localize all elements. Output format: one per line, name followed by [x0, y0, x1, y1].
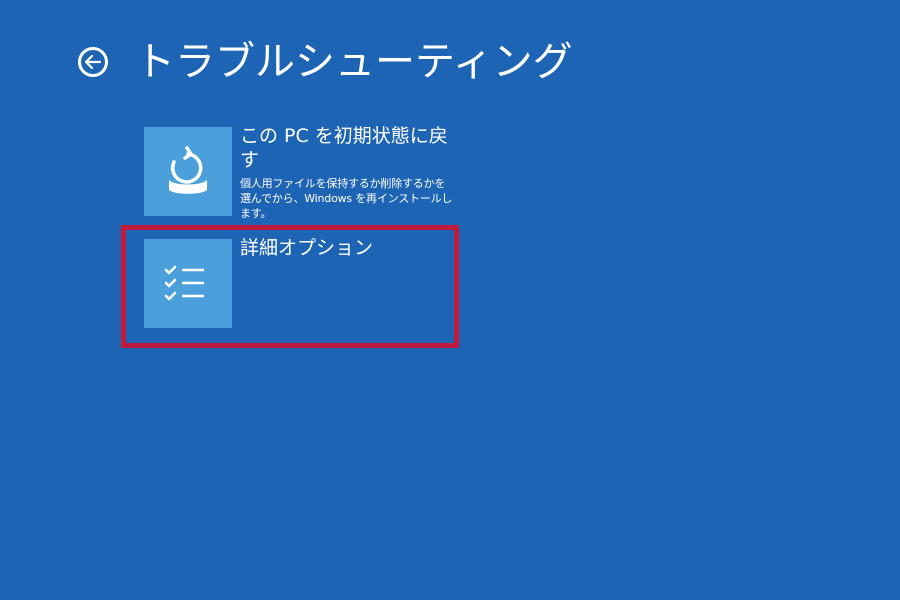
page-title: トラブルシューティング [135, 39, 573, 85]
checklist-icon-tile [144, 239, 232, 328]
back-button[interactable] [78, 47, 108, 77]
reset-pc-description: 個人用ファイルを保持するか削除するかを選んでから、Windows を再インストー… [240, 177, 453, 220]
reset-pc-icon [169, 145, 207, 194]
advanced-options-title: 詳細オプション [240, 237, 374, 259]
reset-pc-icon-tile [144, 127, 232, 216]
advanced-options-text: 詳細オプション [240, 236, 454, 329]
checklist-icon [164, 265, 204, 300]
reset-pc-option[interactable]: この PC を初期状態に戻す 個人用ファイルを保持するか削除するかを選んでから、… [144, 124, 454, 220]
reset-pc-text: この PC を初期状態に戻す 個人用ファイルを保持するか削除するかを選んでから、… [240, 124, 454, 220]
arrow-left-icon [85, 55, 101, 69]
reset-pc-title: この PC を初期状態に戻す [240, 125, 448, 171]
header: トラブルシューティング [78, 34, 573, 90]
advanced-options-option[interactable]: 詳細オプション [144, 236, 454, 329]
